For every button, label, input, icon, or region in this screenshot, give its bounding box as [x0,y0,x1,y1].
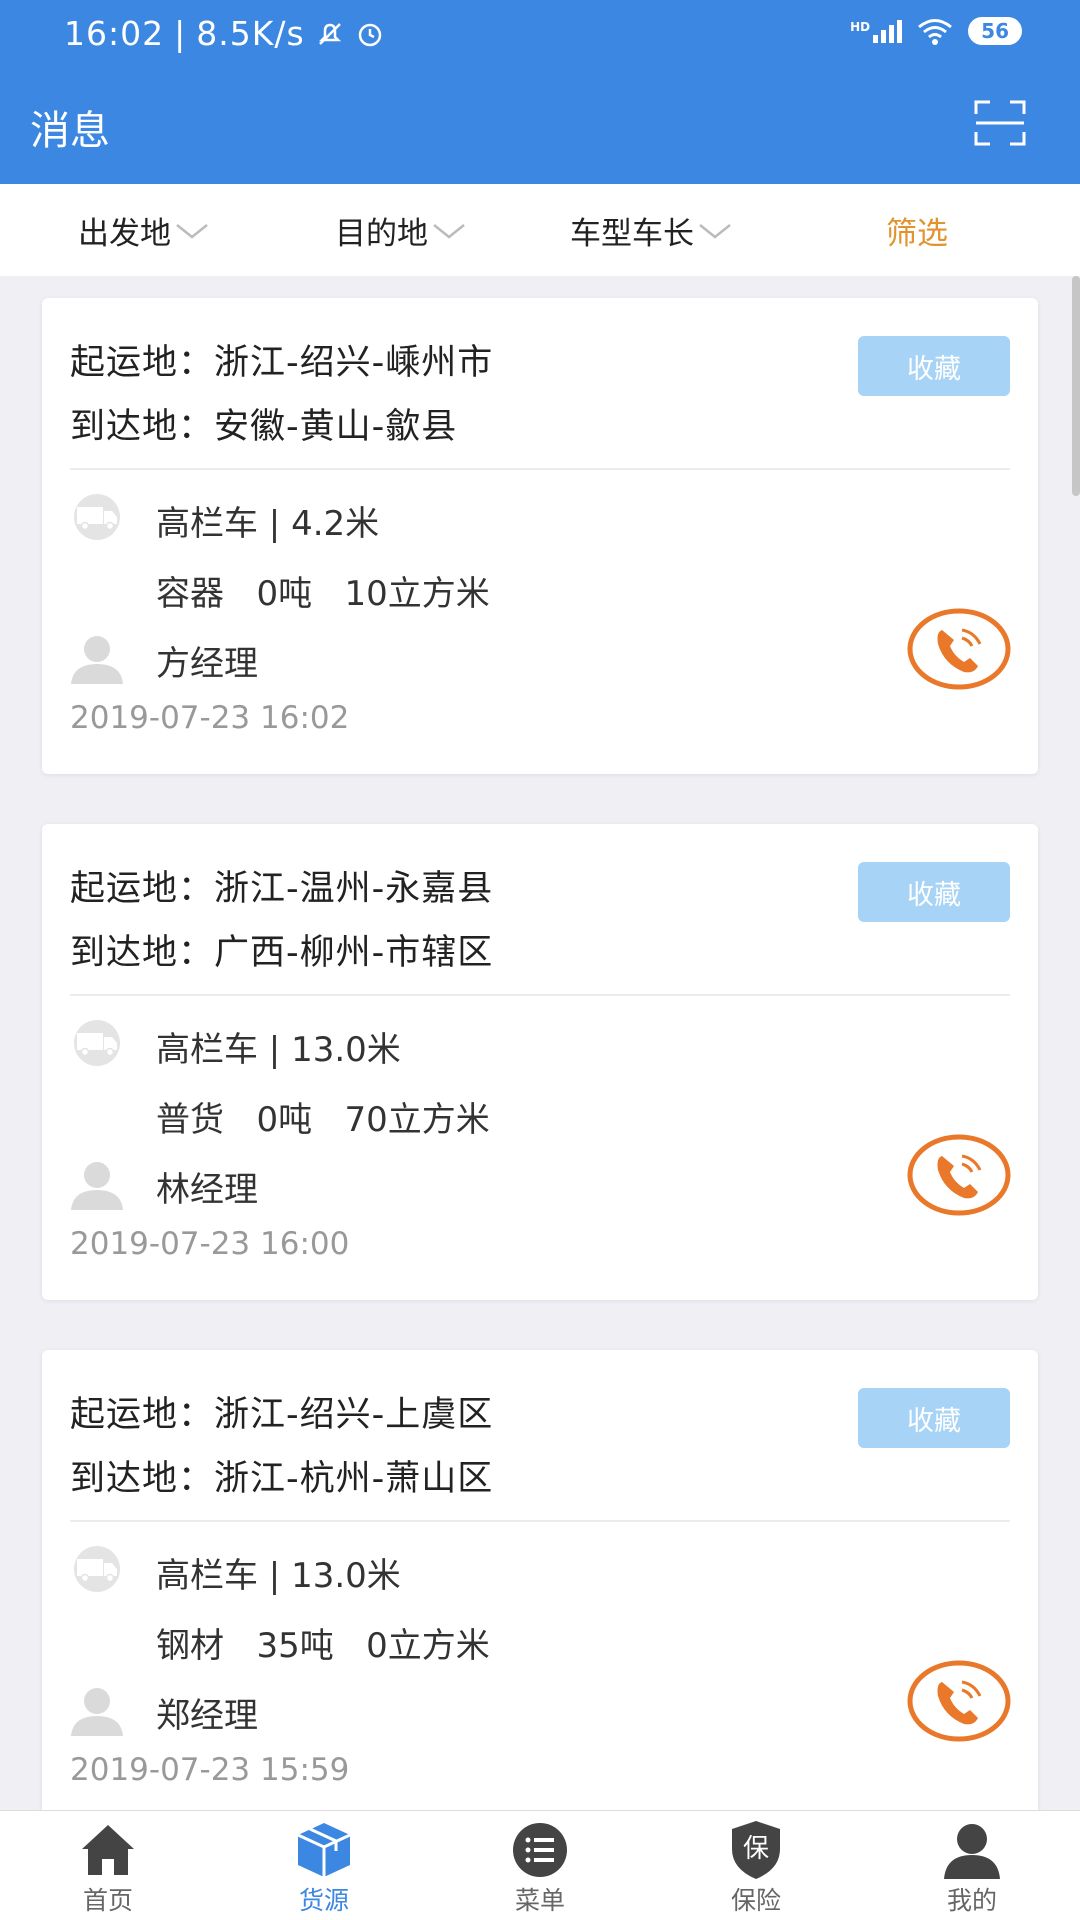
divider [70,994,1010,996]
contact-name: 郑经理 [156,1696,258,1736]
svg-text:保: 保 [743,1834,769,1864]
chevron-down-icon [699,223,731,239]
tab-home[interactable]: 首页 [0,1811,216,1920]
scan-icon[interactable] [974,100,1026,146]
contact-name: 方经理 [156,644,258,684]
post-time: 2019-07-23 15:59 [70,1752,350,1788]
phone-icon[interactable] [906,606,1012,692]
shield-icon: 保 [732,1821,780,1879]
tab-insurance[interactable]: 保 保险 [648,1811,864,1920]
cargo-list[interactable]: 起运地：浙江-绍兴-嵊州市 到达地：安徽-黄山-歙县 收藏 高栏车 | 4.2米… [0,276,1080,1810]
divider [70,468,1010,470]
cargo-info: 容器 0吨 10立方米 [156,574,490,614]
vehicle-info: 高栏车 | 13.0米 [156,1030,401,1070]
vehicle-info: 高栏车 | 13.0米 [156,1556,401,1596]
post-time: 2019-07-23 16:00 [70,1226,350,1262]
cargo-info: 普货 0吨 70立方米 [156,1100,490,1140]
filter-bar: 出发地 目的地 车型车长 筛选 [0,184,1080,276]
origin-row: 起运地：浙江-绍兴-上虞区 [70,1395,494,1435]
truck-icon [74,1546,120,1592]
mute-icon [318,22,341,45]
person-icon [71,1688,123,1736]
destination-row: 到达地：广西-柳州-市辖区 [70,933,494,973]
favorite-button[interactable]: 收藏 [858,1388,1010,1448]
person-icon [71,1162,123,1210]
phone-icon[interactable] [906,1658,1012,1744]
app-header: 16:02 | 8.5K/s HD 56 消息 [0,0,1080,184]
signal-icon: HD [850,19,903,43]
cargo-card[interactable]: 起运地：浙江-绍兴-嵊州市 到达地：安徽-黄山-歙县 收藏 高栏车 | 4.2米… [42,298,1038,774]
battery-indicator: 56 [968,17,1022,45]
bottom-tab-bar: 首页 货源 菜单 保 保险 我的 [0,1810,1080,1920]
destination-row: 到达地：安徽-黄山-歙县 [70,407,458,447]
cargo-card[interactable]: 起运地：浙江-绍兴-上虞区 到达地：浙江-杭州-萧山区 收藏 高栏车 | 13.… [42,1350,1038,1810]
home-icon [82,1825,134,1875]
box-icon [297,1823,351,1877]
origin-row: 起运地：浙江-温州-永嘉县 [70,869,494,909]
page-title: 消息 [30,108,110,154]
vehicle-info: 高栏车 | 4.2米 [156,504,380,544]
filter-origin[interactable]: 出发地 [78,208,209,253]
scrollbar[interactable] [1072,276,1080,496]
chevron-down-icon [176,223,208,239]
post-time: 2019-07-23 16:02 [70,700,350,736]
truck-icon [74,1020,120,1066]
menu-icon [513,1823,567,1877]
cargo-info: 钢材 35吨 0立方米 [156,1626,490,1666]
filter-vehicle[interactable]: 车型车长 [570,208,732,253]
status-bar: 16:02 | 8.5K/s HD 56 [0,0,1080,72]
user-icon [944,1824,1000,1879]
tab-cargo[interactable]: 货源 [216,1811,432,1920]
contact-name: 林经理 [156,1170,258,1210]
status-time: 16:02 [64,14,165,53]
divider [70,1520,1010,1522]
tab-profile[interactable]: 我的 [864,1811,1080,1920]
destination-row: 到达地：浙江-杭州-萧山区 [70,1459,494,1499]
status-network-speed: 8.5K/s [196,14,305,53]
wifi-icon [918,19,953,45]
filter-button[interactable]: 筛选 [886,208,948,253]
cargo-card[interactable]: 起运地：浙江-温州-永嘉县 到达地：广西-柳州-市辖区 收藏 高栏车 | 13.… [42,824,1038,1300]
phone-icon[interactable] [906,1132,1012,1218]
chevron-down-icon [433,223,465,239]
person-icon [71,636,123,684]
favorite-button[interactable]: 收藏 [858,336,1010,396]
favorite-button[interactable]: 收藏 [858,862,1010,922]
tab-menu[interactable]: 菜单 [432,1811,648,1920]
alarm-icon [358,23,381,46]
filter-destination[interactable]: 目的地 [335,208,466,253]
origin-row: 起运地：浙江-绍兴-嵊州市 [70,343,494,383]
truck-icon [74,494,120,540]
